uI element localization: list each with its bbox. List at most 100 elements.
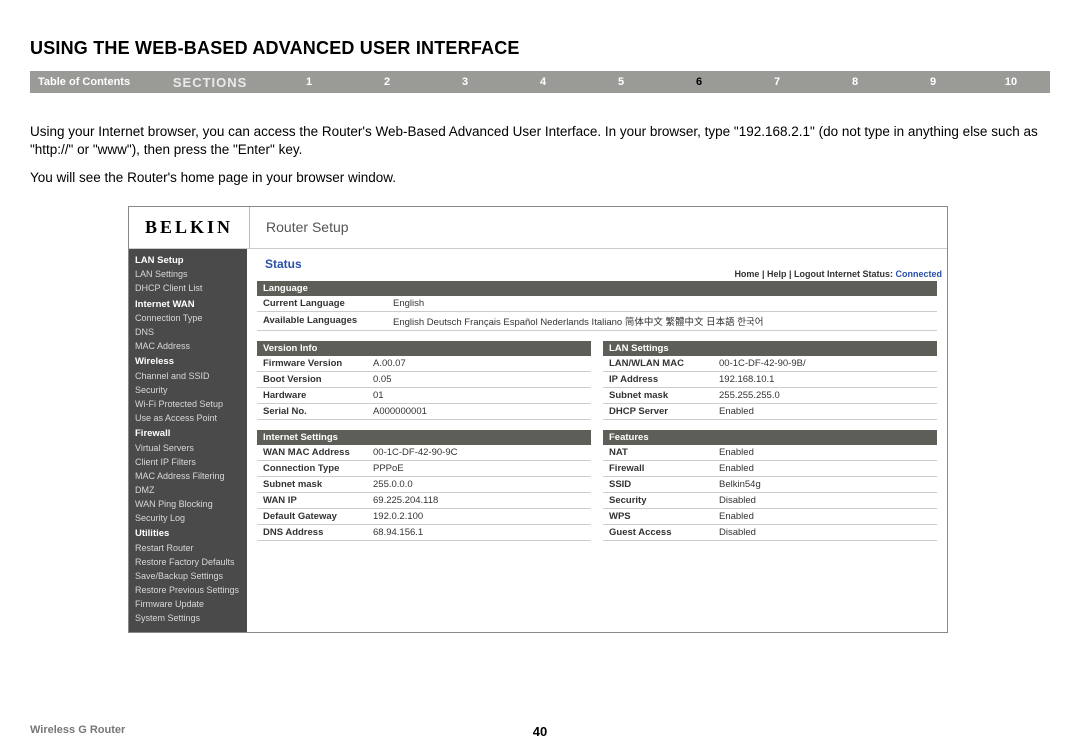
row-value: Enabled xyxy=(713,508,937,524)
row-label: DHCP Server xyxy=(603,403,713,419)
row-label: SSID xyxy=(603,476,713,492)
router-setup-label: Router Setup xyxy=(250,219,349,235)
row-label: IP Address xyxy=(603,371,713,387)
section-link-2[interactable]: 2 xyxy=(348,76,426,88)
section-link-4[interactable]: 4 xyxy=(504,76,582,88)
sidebar-item-lan-settings[interactable]: LAN Settings xyxy=(129,268,247,282)
top-links[interactable]: Home | Help | Logout Internet Status: Co… xyxy=(734,269,942,279)
sidebar-item-wi-fi-protected-setup[interactable]: Wi-Fi Protected Setup xyxy=(129,398,247,412)
row-value: Enabled xyxy=(713,460,937,476)
row-value: 01 xyxy=(367,387,591,403)
sidebar-head-utilities: Utilities xyxy=(129,526,247,542)
language-table: Language Current LanguageEnglishAvailabl… xyxy=(257,281,937,331)
sidebar-head-firewall: Firewall xyxy=(129,426,247,442)
sidebar-item-wan-ping-blocking[interactable]: WAN Ping Blocking xyxy=(129,498,247,512)
sidebar-item-dmz[interactable]: DMZ xyxy=(129,484,247,498)
row-label: Firmware Version xyxy=(257,356,367,372)
belkin-logo: BELKIN xyxy=(129,207,250,248)
internet-table: Internet Settings WAN MAC Address00-1C-D… xyxy=(257,430,591,541)
row-value: Enabled xyxy=(713,445,937,461)
row-value: 0.05 xyxy=(367,371,591,387)
sidebar-item-system-settings[interactable]: System Settings xyxy=(129,612,247,626)
sidebar-item-restore-previous-settings[interactable]: Restore Previous Settings xyxy=(129,584,247,598)
sidebar-item-restart-router[interactable]: Restart Router xyxy=(129,542,247,556)
row-value: 00-1C-DF-42-90-9C xyxy=(367,445,591,461)
section-nav: Table of Contents SECTIONS 12345678910 xyxy=(30,71,1050,93)
intro-paragraph-1: Using your Internet browser, you can acc… xyxy=(0,123,1080,159)
row-label: Firewall xyxy=(603,460,713,476)
page-number: 40 xyxy=(533,724,547,739)
row-label: Connection Type xyxy=(257,460,367,476)
sidebar-head-wireless: Wireless xyxy=(129,354,247,370)
row-label: Default Gateway xyxy=(257,508,367,524)
section-link-5[interactable]: 5 xyxy=(582,76,660,88)
version-table: Version Info Firmware VersionA.00.07Boot… xyxy=(257,341,591,420)
row-label: Available Languages xyxy=(257,311,387,330)
sidebar-head-lan-setup: LAN Setup xyxy=(129,253,247,269)
top-links-text[interactable]: Home | Help | Logout Internet Status: xyxy=(734,269,895,279)
section-link-6[interactable]: 6 xyxy=(660,76,738,88)
sidebar-item-use-as-access-point[interactable]: Use as Access Point xyxy=(129,412,247,426)
section-link-8[interactable]: 8 xyxy=(816,76,894,88)
intro-paragraph-2: You will see the Router's home page in y… xyxy=(0,169,1080,187)
row-label: Serial No. xyxy=(257,403,367,419)
section-link-9[interactable]: 9 xyxy=(894,76,972,88)
row-value: 68.94.156.1 xyxy=(367,524,591,540)
row-value: Belkin54g xyxy=(713,476,937,492)
row-label: Boot Version xyxy=(257,371,367,387)
sidebar-head-internet-wan: Internet WAN xyxy=(129,297,247,313)
row-value: 192.0.2.100 xyxy=(367,508,591,524)
sidebar-item-mac-address[interactable]: MAC Address xyxy=(129,340,247,354)
row-value: English Deutsch Français Español Nederla… xyxy=(387,311,937,330)
sidebar-item-security-log[interactable]: Security Log xyxy=(129,512,247,526)
row-value: 00-1C-DF-42-90-9B/ xyxy=(713,356,937,372)
row-label: Hardware xyxy=(257,387,367,403)
row-label: DNS Address xyxy=(257,524,367,540)
sidebar-item-virtual-servers[interactable]: Virtual Servers xyxy=(129,442,247,456)
row-label: NAT xyxy=(603,445,713,461)
row-value: A000000001 xyxy=(367,403,591,419)
row-label: Subnet mask xyxy=(257,476,367,492)
row-value: 255.0.0.0 xyxy=(367,476,591,492)
sidebar-item-security[interactable]: Security xyxy=(129,384,247,398)
footer-product: Wireless G Router xyxy=(30,724,125,736)
sidebar-item-firmware-update[interactable]: Firmware Update xyxy=(129,598,247,612)
version-header: Version Info xyxy=(257,341,591,356)
page-footer: Wireless G Router 40 xyxy=(30,724,1050,736)
lan-table: LAN Settings LAN/WLAN MAC00-1C-DF-42-90-… xyxy=(603,341,937,420)
sidebar-item-mac-address-filtering[interactable]: MAC Address Filtering xyxy=(129,470,247,484)
row-value: PPPoE xyxy=(367,460,591,476)
status-connected: Connected xyxy=(895,269,942,279)
features-table: Features NATEnabledFirewallEnabledSSIDBe… xyxy=(603,430,937,541)
row-value: Disabled xyxy=(713,524,937,540)
section-link-10[interactable]: 10 xyxy=(972,76,1050,88)
row-value: English xyxy=(387,296,937,312)
row-label: Current Language xyxy=(257,296,387,312)
page-title: USING THE WEB-BASED ADVANCED USER INTERF… xyxy=(0,0,1080,71)
row-value: 192.168.10.1 xyxy=(713,371,937,387)
sidebar-item-connection-type[interactable]: Connection Type xyxy=(129,312,247,326)
row-value: Disabled xyxy=(713,492,937,508)
row-label: Subnet mask xyxy=(603,387,713,403)
features-header: Features xyxy=(603,430,937,445)
internet-header: Internet Settings xyxy=(257,430,591,445)
sidebar-item-dns[interactable]: DNS xyxy=(129,326,247,340)
sidebar-item-client-ip-filters[interactable]: Client IP Filters xyxy=(129,456,247,470)
section-link-1[interactable]: 1 xyxy=(270,76,348,88)
row-label: WAN IP xyxy=(257,492,367,508)
toc-link[interactable]: Table of Contents xyxy=(30,76,173,88)
sidebar-item-dhcp-client-list[interactable]: DHCP Client List xyxy=(129,282,247,296)
section-link-3[interactable]: 3 xyxy=(426,76,504,88)
section-link-7[interactable]: 7 xyxy=(738,76,816,88)
sidebar-item-channel-and-ssid[interactable]: Channel and SSID xyxy=(129,370,247,384)
sidebar-item-restore-factory-defaults[interactable]: Restore Factory Defaults xyxy=(129,556,247,570)
row-label: LAN/WLAN MAC xyxy=(603,356,713,372)
sidebar-item-save-backup-settings[interactable]: Save/Backup Settings xyxy=(129,570,247,584)
row-label: WAN MAC Address xyxy=(257,445,367,461)
row-value: A.00.07 xyxy=(367,356,591,372)
router-screenshot: BELKIN Router Setup Home | Help | Logout… xyxy=(128,206,948,634)
row-value: 69.225.204.118 xyxy=(367,492,591,508)
sidebar: LAN SetupLAN SettingsDHCP Client ListInt… xyxy=(129,249,247,633)
sections-label: SECTIONS xyxy=(173,75,270,90)
row-label: WPS xyxy=(603,508,713,524)
